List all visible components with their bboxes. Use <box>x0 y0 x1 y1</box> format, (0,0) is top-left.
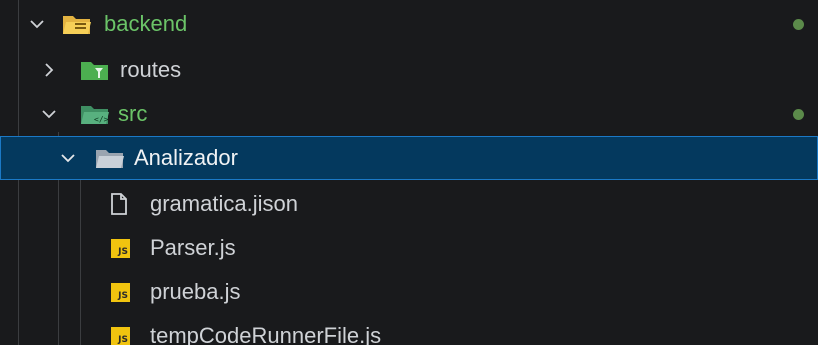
tree-item-label: src <box>118 101 148 126</box>
tree-item-label: Parser.js <box>150 235 236 260</box>
tree-item-label: prueba.js <box>150 279 241 304</box>
tree-item-analizador[interactable]: Analizador <box>0 136 818 180</box>
tree-item-gramatica-jison[interactable]: gramatica.jison <box>0 182 818 226</box>
chevron-down-icon <box>30 20 44 29</box>
js-file-icon: JS <box>111 283 130 302</box>
svg-text:</>: </> <box>94 115 109 124</box>
tree-item-label: backend <box>104 11 188 36</box>
chevron-down-icon <box>42 110 56 119</box>
tree-item-label: gramatica.jison <box>150 191 298 216</box>
file-icon <box>111 193 127 215</box>
tree-item-routes[interactable]: routes <box>0 48 818 92</box>
file-explorer-tree: backend routes </> src Analizador gramat… <box>0 0 818 345</box>
folder-open-icon <box>63 16 91 34</box>
tree-item-backend[interactable]: backend <box>0 2 818 46</box>
js-file-icon: JS <box>111 327 130 345</box>
git-modified-dot <box>793 18 804 30</box>
tree-item-parser-js[interactable]: JS Parser.js <box>0 226 818 270</box>
chevron-down-icon <box>61 154 75 163</box>
tree-item-label: tempCodeRunnerFile.js <box>150 323 382 345</box>
tree-item-tempcoderunnerfile-js[interactable]: JS tempCodeRunnerFile.js <box>0 314 818 345</box>
js-file-icon: JS <box>111 239 130 258</box>
tree-item-label: Analizador <box>134 145 238 170</box>
git-modified-dot <box>793 108 804 120</box>
chevron-right-icon <box>45 63 54 77</box>
folder-src-icon: </> <box>81 106 109 124</box>
folder-routes-icon <box>81 62 108 80</box>
tree-item-label: routes <box>120 57 182 82</box>
folder-open-icon <box>96 150 124 168</box>
tree-item-prueba-js[interactable]: JS prueba.js <box>0 270 818 314</box>
tree-item-src[interactable]: </> src <box>0 92 818 136</box>
